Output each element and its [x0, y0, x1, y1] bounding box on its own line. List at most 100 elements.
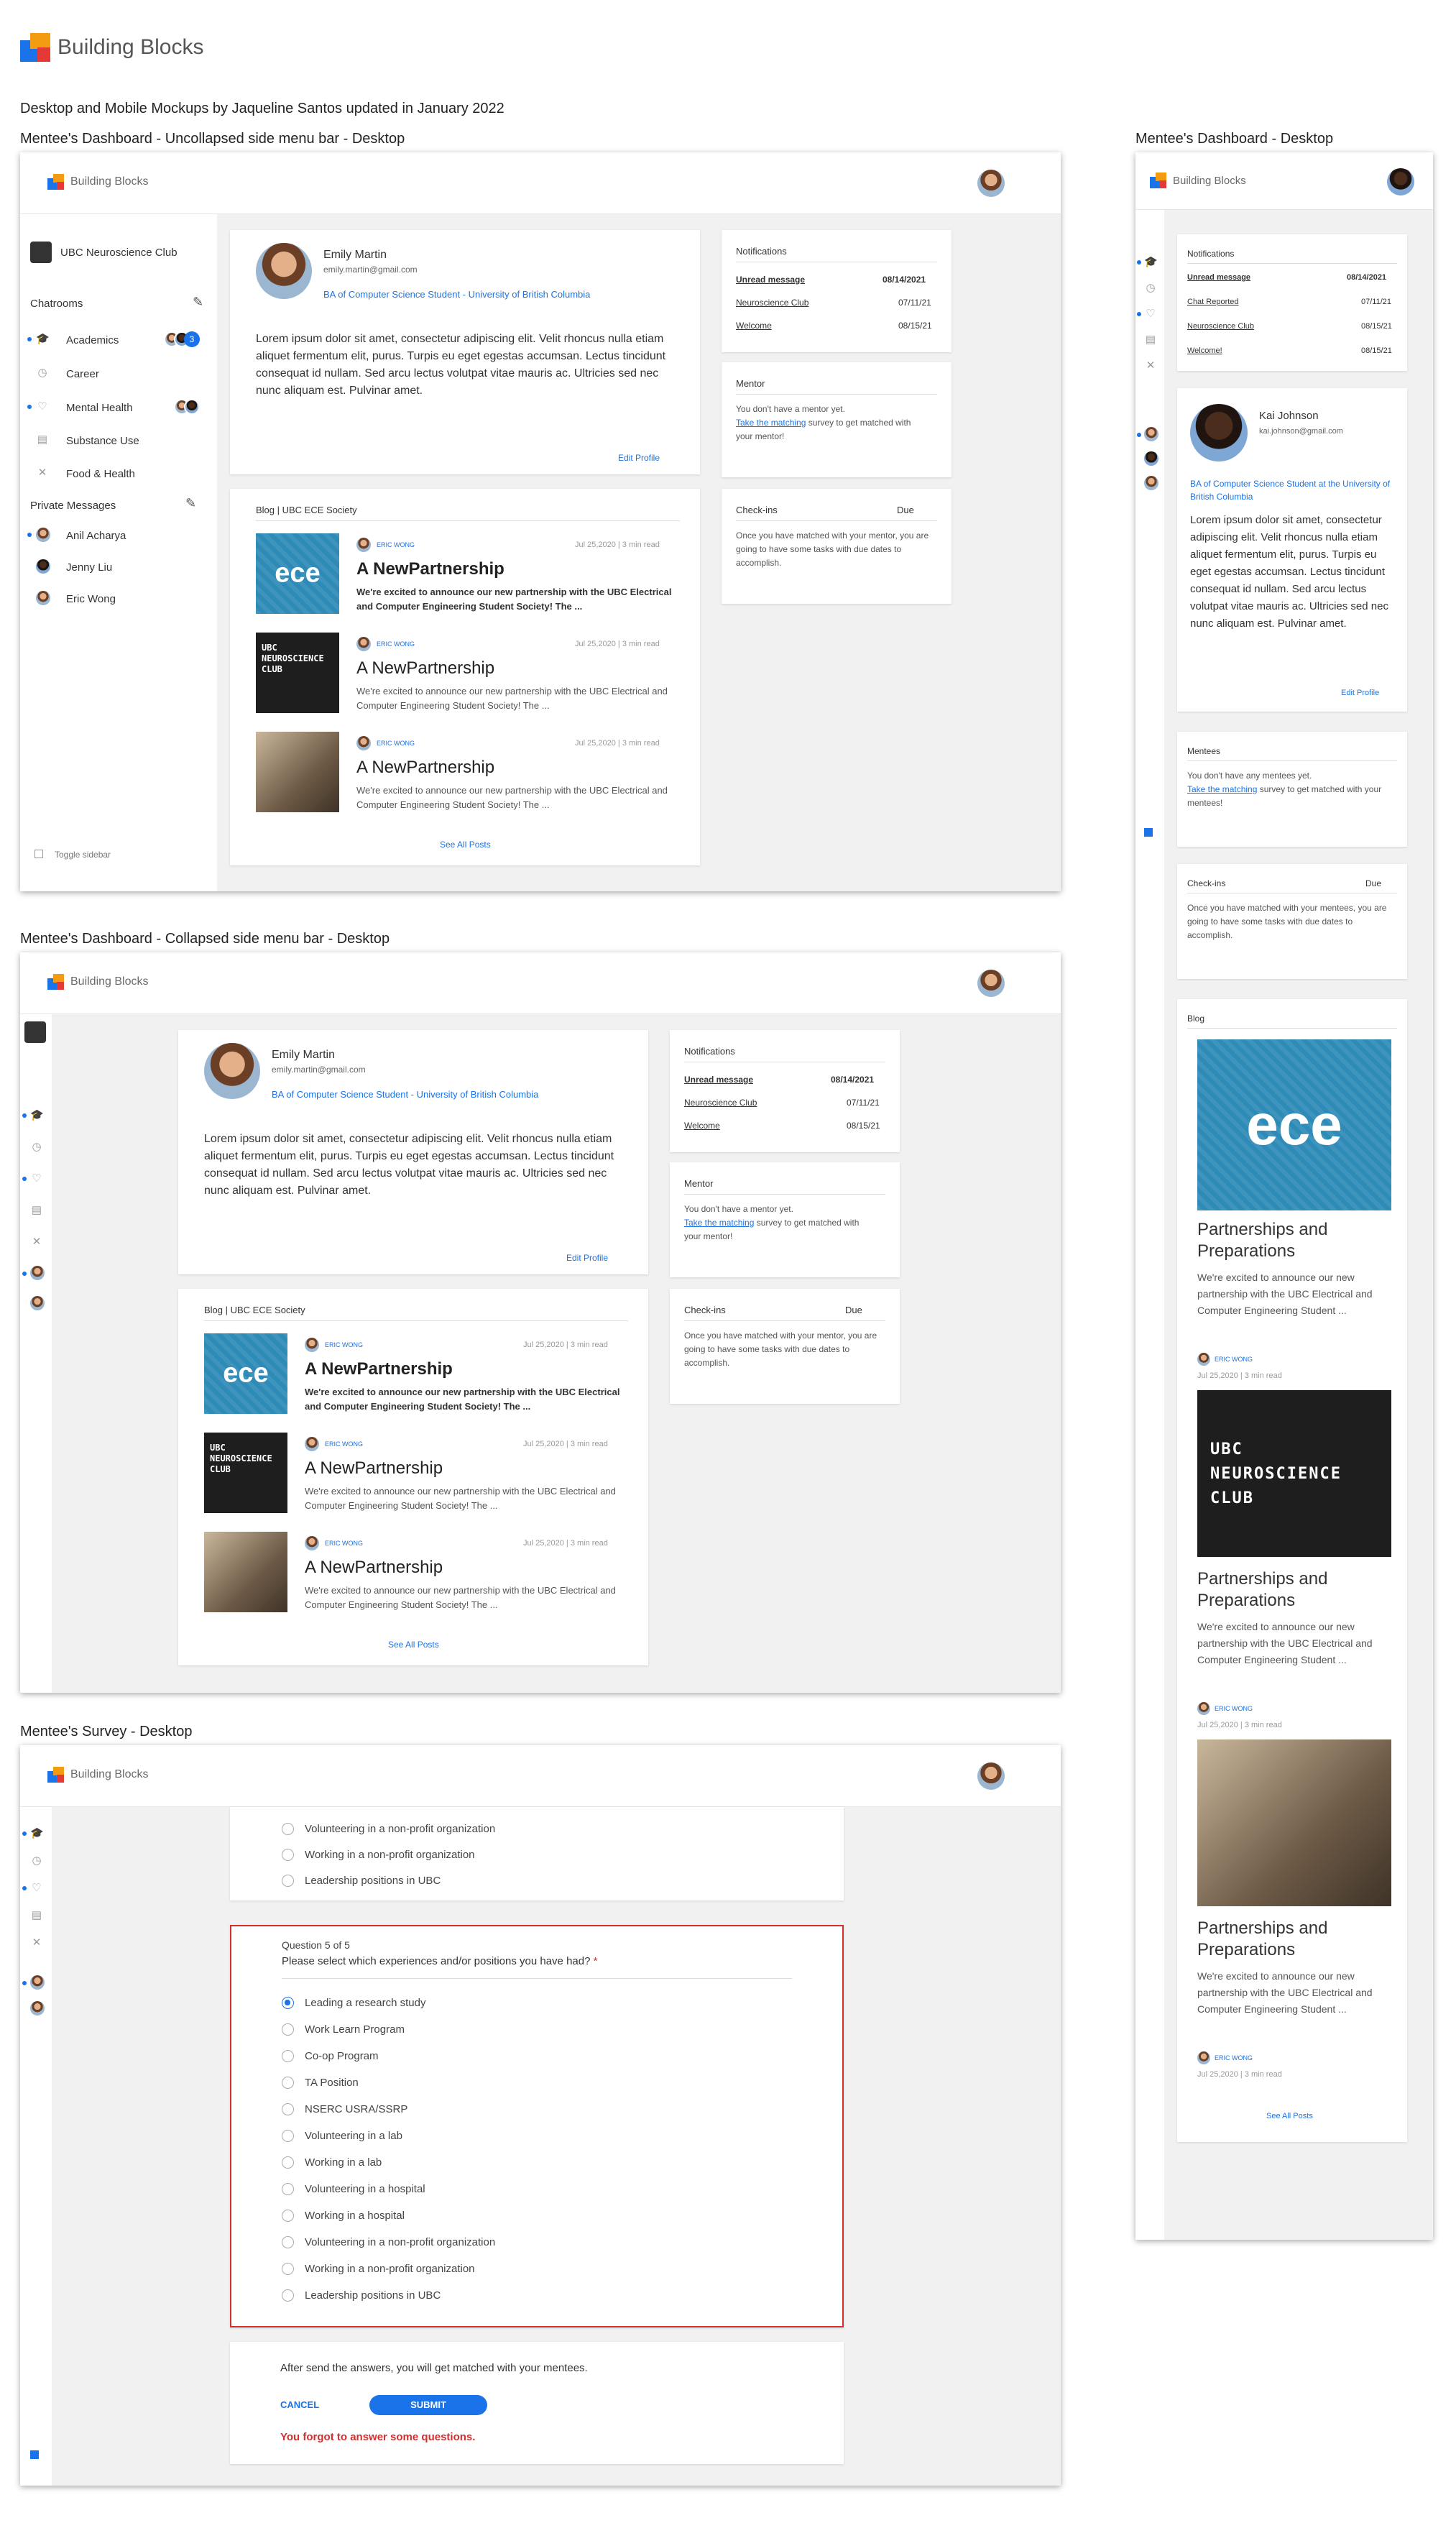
see-all-posts-link[interactable]: See All Posts	[1266, 2112, 1313, 2120]
cancel-button[interactable]: CANCEL	[280, 2399, 319, 2410]
radio-button[interactable]	[282, 2156, 294, 2169]
user-avatar[interactable]	[977, 170, 1005, 197]
user-avatar[interactable]	[977, 1762, 1005, 1790]
option-label[interactable]: Volunteering in a non-profit organizatio…	[305, 2236, 495, 2248]
option-label[interactable]: Leading a research study	[305, 1997, 425, 2009]
post-author[interactable]: ERIC WONG	[325, 1341, 363, 1348]
post-author[interactable]: ERIC WONG	[1215, 2054, 1253, 2062]
toggle-sidebar-icon[interactable]	[30, 2450, 39, 2459]
option-label[interactable]: Leadership positions in UBC	[305, 1875, 441, 1887]
post-title[interactable]: Partnerships and Preparations	[1197, 1918, 1391, 1961]
post-title[interactable]: Partnerships and Preparations	[1197, 1219, 1391, 1262]
topbar-logo[interactable]: Building Blocks	[47, 974, 149, 990]
post-author[interactable]: ERIC WONG	[325, 1540, 363, 1547]
post-image-photo[interactable]	[204, 1532, 287, 1612]
option-label[interactable]: Volunteering in a non-profit organizatio…	[305, 1823, 495, 1835]
notification-neuroscience[interactable]: Neuroscience Club	[684, 1098, 757, 1108]
pm-avatar[interactable]	[30, 2001, 45, 2015]
edit-profile-link[interactable]: Edit Profile	[566, 1253, 608, 1263]
pm-avatar[interactable]	[30, 1266, 45, 1280]
radio-button[interactable]	[282, 2183, 294, 2195]
see-all-posts-link[interactable]: See All Posts	[440, 840, 491, 850]
radio-button[interactable]	[282, 2236, 294, 2248]
post-image-ubc[interactable]: UBC NEUROSCIENCE CLUB	[1197, 1390, 1391, 1557]
option-label[interactable]: Working in a non-profit organization	[305, 2263, 475, 2275]
chatroom-academics[interactable]: Academics	[66, 334, 119, 346]
post-title[interactable]: A NewPartnership	[356, 559, 504, 579]
user-avatar[interactable]	[977, 970, 1005, 997]
toggle-sidebar-icon[interactable]	[34, 850, 43, 858]
post-image-photo[interactable]	[1197, 1739, 1391, 1906]
chatroom-substance-use[interactable]: Substance Use	[66, 435, 139, 447]
option-label[interactable]: Working in a non-profit organization	[305, 1849, 475, 1861]
edit-profile-link[interactable]: Edit Profile	[1341, 689, 1379, 697]
graduation-cap-icon[interactable]: 🎓	[1144, 256, 1158, 269]
take-matching-link[interactable]: Take the matching	[1187, 784, 1257, 794]
trash-bin-icon[interactable]: ▤	[1144, 334, 1157, 346]
post-author[interactable]: ERIC WONG	[1215, 1356, 1253, 1363]
chatroom-food-health[interactable]: Food & Health	[66, 468, 135, 480]
notification-neuroscience[interactable]: Neuroscience Club	[1187, 322, 1254, 331]
graduation-cap-icon[interactable]: 🎓	[30, 1109, 44, 1122]
post-image-ubc[interactable]: UBC NEUROSCIENCE CLUB	[256, 633, 339, 713]
submit-button[interactable]: SUBMIT	[369, 2395, 487, 2415]
edit-profile-link[interactable]: Edit Profile	[618, 453, 660, 463]
toggle-sidebar-label[interactable]: Toggle sidebar	[55, 850, 111, 860]
clock-icon[interactable]: ◷	[1144, 282, 1157, 295]
notification-neuroscience[interactable]: Neuroscience Club	[736, 298, 808, 308]
notification-chat-reported[interactable]: Chat Reported	[1187, 298, 1239, 306]
clock-icon[interactable]: ◷	[30, 1854, 43, 1867]
utensils-icon[interactable]: ✕	[30, 1936, 43, 1949]
notification-welcome[interactable]: Welcome	[736, 321, 772, 331]
post-author[interactable]: ERIC WONG	[1215, 1705, 1253, 1712]
radio-button[interactable]	[282, 1875, 294, 1887]
pm-avatar[interactable]	[1144, 476, 1158, 490]
post-author[interactable]: ERIC WONG	[325, 1440, 363, 1448]
radio-button[interactable]	[282, 1823, 294, 1835]
option-label[interactable]: Leadership positions in UBC	[305, 2289, 441, 2302]
notification-unread[interactable]: Unread message	[1187, 273, 1250, 282]
post-image-ubc[interactable]: UBC NEUROSCIENCE CLUB	[204, 1433, 287, 1513]
post-image-ece[interactable]: ece	[204, 1333, 287, 1414]
radio-button[interactable]	[282, 2023, 294, 2036]
option-label[interactable]: Volunteering in a hospital	[305, 2183, 425, 2195]
pm-eric-wong[interactable]: Eric Wong	[66, 593, 116, 605]
see-all-posts-link[interactable]: See All Posts	[388, 1640, 439, 1650]
option-label[interactable]: Volunteering in a lab	[305, 2130, 402, 2142]
radio-button[interactable]	[282, 2050, 294, 2062]
notification-unread[interactable]: Unread message	[684, 1075, 753, 1085]
post-author[interactable]: ERIC WONG	[377, 541, 415, 548]
post-title[interactable]: A NewPartnership	[356, 658, 494, 679]
post-image-ece[interactable]: ece	[1197, 1039, 1391, 1210]
new-message-icon[interactable]: ✎	[185, 496, 196, 511]
trash-bin-icon[interactable]: ▤	[30, 1909, 43, 1922]
chatroom-career[interactable]: Career	[66, 368, 99, 380]
take-matching-link[interactable]: Take the matching	[684, 1218, 754, 1228]
pm-anil-acharya[interactable]: Anil Acharya	[66, 530, 126, 542]
post-image-photo[interactable]	[256, 732, 339, 812]
pm-avatar[interactable]	[1144, 451, 1158, 466]
post-title[interactable]: Partnerships and Preparations	[1197, 1568, 1391, 1612]
radio-button[interactable]	[282, 2263, 294, 2275]
utensils-icon[interactable]: ✕	[30, 1236, 43, 1249]
radio-button[interactable]	[282, 2130, 294, 2142]
clock-icon[interactable]: ◷	[30, 1141, 43, 1154]
new-chat-icon[interactable]: ✎	[193, 295, 203, 310]
utensils-icon[interactable]: ✕	[1144, 359, 1157, 372]
trash-bin-icon[interactable]: ▤	[30, 1204, 43, 1217]
person-heart-icon[interactable]: ♡	[30, 1882, 43, 1895]
pm-jenny-liu[interactable]: Jenny Liu	[66, 561, 112, 574]
notification-welcome[interactable]: Welcome!	[1187, 346, 1222, 355]
topbar-logo[interactable]: Building Blocks	[47, 174, 149, 190]
option-label[interactable]: Working in a hospital	[305, 2210, 405, 2222]
person-heart-icon[interactable]: ♡	[30, 1172, 43, 1185]
pm-avatar[interactable]	[1144, 427, 1158, 441]
person-heart-icon[interactable]: ♡	[1144, 308, 1157, 321]
toggle-sidebar-icon[interactable]	[1144, 828, 1153, 837]
post-title[interactable]: A NewPartnership	[305, 1359, 453, 1379]
radio-button[interactable]	[282, 2210, 294, 2222]
club-name[interactable]: UBC Neuroscience Club	[60, 247, 178, 259]
topbar-logo[interactable]: Building Blocks	[1150, 173, 1246, 188]
notification-welcome[interactable]: Welcome	[684, 1121, 720, 1131]
post-title[interactable]: A NewPartnership	[305, 1458, 443, 1479]
